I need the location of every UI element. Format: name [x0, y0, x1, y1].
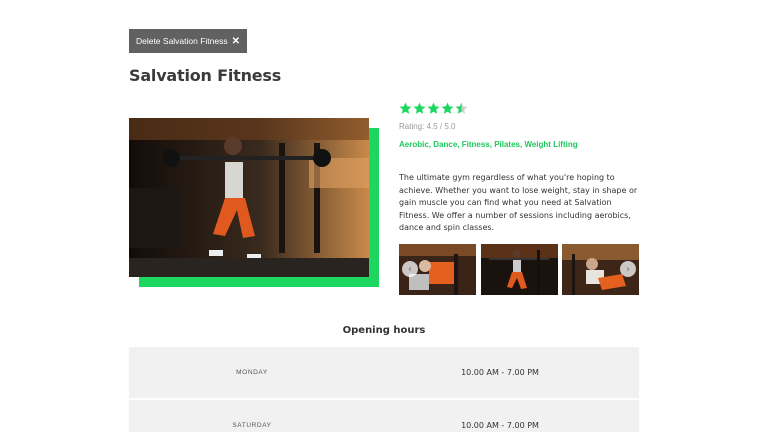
gallery-next-button[interactable]: ›	[620, 261, 636, 277]
chevron-left-icon: ‹	[408, 263, 412, 275]
hours-time: 10.00 AM - 7.00 PM	[461, 421, 539, 430]
star-icon	[427, 102, 440, 114]
delete-gym-label: Delete Salvation Fitness	[135, 36, 228, 46]
hours-time: 10.00 AM - 7.00 PM	[461, 368, 539, 377]
rating-stars	[399, 102, 468, 115]
tag-weight-lifting[interactable]: Weight Lifting	[524, 140, 577, 149]
tag-aerobic[interactable]: Aerobic	[399, 140, 429, 149]
opening-hours-title: Opening hours	[342, 325, 426, 336]
hours-row-saturday: SATURDAY 10.00 AM - 7.00 PM	[129, 400, 639, 432]
gallery-prev-button[interactable]: ‹	[402, 261, 418, 277]
rating-text: Rating: 4.5 / 5.0	[399, 122, 456, 131]
tag-dance[interactable]: Dance	[433, 140, 457, 149]
star-icon	[399, 102, 412, 114]
page-title: Salvation Fitness	[129, 66, 282, 85]
hours-day: SATURDAY	[232, 422, 272, 429]
image-gallery: ‹ ›	[399, 244, 639, 295]
category-tags: Aerobic, Dance, Fitness, Pilates, Weight…	[399, 140, 578, 149]
gallery-thumbnail[interactable]	[481, 244, 558, 295]
tag-fitness[interactable]: Fitness	[462, 140, 490, 149]
star-icon	[455, 102, 468, 114]
delete-gym-button[interactable]: Delete Salvation Fitness ✕	[129, 29, 247, 53]
chevron-right-icon: ›	[626, 263, 630, 275]
gym-description: The ultimate gym regardless of what you'…	[399, 173, 638, 232]
hero-image	[129, 118, 369, 277]
hours-day: MONDAY	[236, 369, 268, 376]
star-icon	[413, 102, 426, 114]
hours-row-monday: MONDAY 10.00 AM - 7.00 PM	[129, 347, 639, 398]
star-icon	[441, 102, 454, 114]
close-icon: ✕	[231, 35, 241, 47]
tag-pilates[interactable]: Pilates	[494, 140, 520, 149]
